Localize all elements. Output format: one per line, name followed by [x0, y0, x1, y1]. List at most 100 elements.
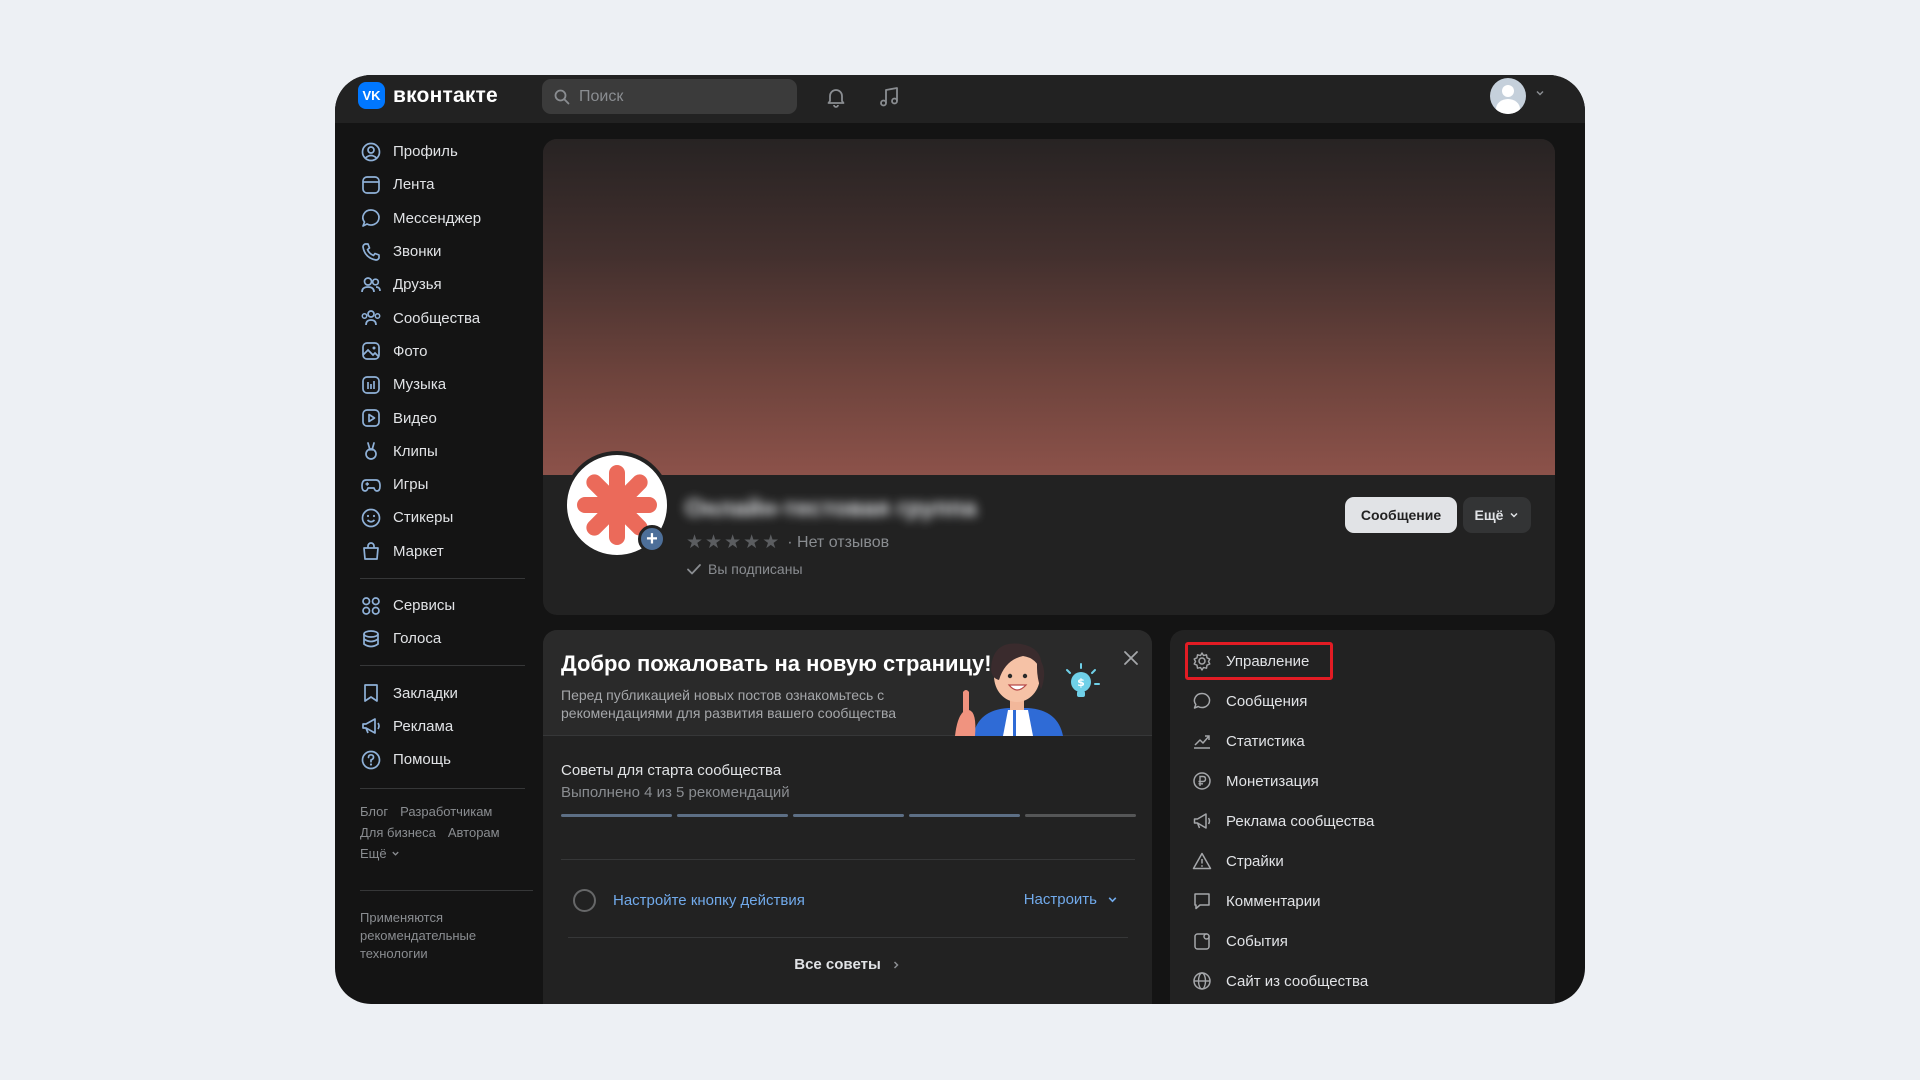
sidebar-item-label: Стикеры	[393, 509, 454, 527]
menu-item-label: Реклама сообщества	[1226, 812, 1375, 830]
reviews-text: · Нет отзывов	[787, 533, 890, 551]
search-placeholder: Поиск	[579, 87, 624, 105]
task-row[interactable]: Настройте кнопку действия Настроить	[573, 885, 1118, 915]
chevron-down-icon	[1510, 512, 1518, 518]
close-icon[interactable]	[1123, 650, 1139, 666]
menu-item-label: Статистика	[1226, 732, 1305, 750]
sidebar-item-services[interactable]: Сервисы	[360, 589, 530, 622]
star-icon: ★	[743, 532, 761, 553]
menu-item-label: Сайт из сообщества	[1226, 972, 1369, 990]
messenger-icon	[360, 207, 382, 229]
recommendation-tech-note[interactable]: Применяются рекомендательные технологии	[360, 909, 510, 963]
sidebar-item-label: Лента	[393, 176, 435, 194]
more-button-label: Ещё	[1474, 507, 1504, 523]
star-icon: ★	[705, 532, 723, 553]
menu-item-stats[interactable]: Статистика	[1192, 727, 1305, 755]
bag-icon	[360, 540, 382, 562]
menu-item-comment[interactable]: Комментарии	[1192, 887, 1320, 915]
sidebar-item-label: Реклама	[393, 717, 454, 735]
footer-link-authors[interactable]: Авторам	[448, 825, 500, 840]
sidebar-item-communities[interactable]: Сообщества	[360, 301, 530, 334]
comment-icon	[1192, 891, 1212, 911]
footer-link-blog[interactable]: Блог	[360, 804, 388, 819]
sidebar-item-label: Голоса	[393, 630, 442, 648]
subscribed-status[interactable]: Вы подписаны	[686, 561, 803, 577]
progress-segment	[793, 814, 904, 817]
menu-item-globe[interactable]: Сайт из сообщества	[1192, 967, 1368, 995]
star-icon: ★	[724, 532, 742, 553]
footer-link-developers[interactable]: Разработчикам	[400, 804, 492, 819]
menu-item-chat-bubble[interactable]: Сообщения	[1192, 687, 1307, 715]
add-avatar-button[interactable]: +	[638, 525, 666, 553]
friends-icon	[360, 274, 382, 296]
sidebar-item-messenger[interactable]: Мессенджер	[360, 202, 530, 235]
sidebar-divider	[360, 577, 525, 579]
task-label[interactable]: Настройте кнопку действия	[613, 892, 805, 909]
megaphone-icon	[360, 715, 382, 737]
task-checkbox[interactable]	[573, 888, 596, 912]
menu-item-megaphone[interactable]: Реклама сообщества	[1192, 807, 1374, 835]
bell-icon[interactable]	[822, 83, 850, 111]
sidebar-item-gamepad[interactable]: Игры	[360, 468, 530, 501]
divider	[561, 859, 1135, 860]
sidebar-item-label: Игры	[393, 476, 429, 494]
sidebar-item-bookmark[interactable]: Закладки	[360, 676, 530, 709]
user-avatar[interactable]	[1490, 78, 1526, 114]
svg-text:$: $	[1077, 676, 1085, 689]
sidebar-item-music[interactable]: Музыка	[360, 368, 530, 401]
task-configure-button[interactable]: Настроить	[1024, 891, 1118, 908]
chevron-down-icon[interactable]	[391, 849, 400, 858]
footer-link-more[interactable]: Ещё	[360, 846, 387, 861]
menu-item-gear[interactable]: Управление	[1192, 647, 1309, 675]
sidebar-item-friends[interactable]: Друзья	[360, 268, 530, 301]
communities-icon	[360, 307, 382, 329]
progress-segment	[561, 814, 672, 817]
vk-logo[interactable]: VK вконтакте	[358, 82, 498, 109]
sidebar-item-label: Закладки	[393, 684, 458, 702]
chevron-down-icon[interactable]	[1535, 88, 1545, 98]
sidebar-item-coins[interactable]: Голоса	[360, 622, 530, 655]
progress-segment	[677, 814, 788, 817]
message-button[interactable]: Сообщение	[1345, 497, 1457, 533]
menu-item-label: Сообщения	[1226, 692, 1308, 710]
sidebar-item-help[interactable]: Помощь	[360, 743, 530, 776]
smile-icon	[360, 507, 382, 529]
sidebar-item-video[interactable]: Видео	[360, 401, 530, 434]
megaphone-icon	[1192, 811, 1212, 831]
tips-progress-bar	[561, 814, 1141, 817]
menu-item-event[interactable]: События	[1192, 927, 1288, 955]
sidebar-item-profile[interactable]: Профиль	[360, 135, 530, 168]
footer-link-business[interactable]: Для бизнеса	[360, 825, 436, 840]
search-input[interactable]: Поиск	[542, 79, 797, 114]
welcome-banner: Добро пожаловать на новую страницу! Пере…	[543, 630, 1152, 736]
task-action-label: Настроить	[1023, 891, 1097, 908]
ruble-icon	[1192, 771, 1212, 791]
progress-segment	[909, 814, 1020, 817]
sidebar-item-feed[interactable]: Лента	[360, 168, 530, 201]
menu-item-ruble[interactable]: Монетизация	[1192, 767, 1319, 795]
sidebar-divider	[360, 788, 525, 790]
sidebar-item-bag[interactable]: Маркет	[360, 535, 530, 568]
sidebar-item-photo[interactable]: Фото	[360, 335, 530, 368]
all-tips-button[interactable]: Все советы	[543, 956, 1152, 973]
sidebar-item-megaphone[interactable]: Реклама	[360, 710, 530, 743]
search-icon	[554, 89, 570, 104]
star-icon: ★	[762, 532, 780, 553]
menu-item-label: Страйки	[1226, 852, 1284, 870]
menu-item-warning[interactable]: Страйки	[1192, 847, 1284, 875]
menu-item-label: События	[1226, 932, 1288, 950]
sidebar-item-phone[interactable]: Звонки	[360, 235, 530, 268]
sidebar-item-clips[interactable]: Клипы	[360, 435, 530, 468]
feed-icon	[360, 174, 382, 196]
top-header: VK вконтакте Поиск	[335, 75, 1585, 123]
music-note-icon[interactable]	[875, 83, 903, 111]
sidebar-item-label: Звонки	[393, 243, 442, 261]
community-rating[interactable]: ★ ★ ★ ★ ★ · Нет отзывов	[686, 531, 889, 554]
vk-logo-mark: VK	[358, 82, 385, 109]
more-button[interactable]: Ещё	[1463, 497, 1531, 533]
gamepad-icon	[360, 474, 382, 496]
sidebar-item-smile[interactable]: Стикеры	[360, 501, 530, 534]
profile-icon	[360, 141, 382, 163]
welcome-subtitle: Перед публикацией новых постов ознакомьт…	[561, 687, 897, 721]
clips-icon	[360, 440, 382, 462]
